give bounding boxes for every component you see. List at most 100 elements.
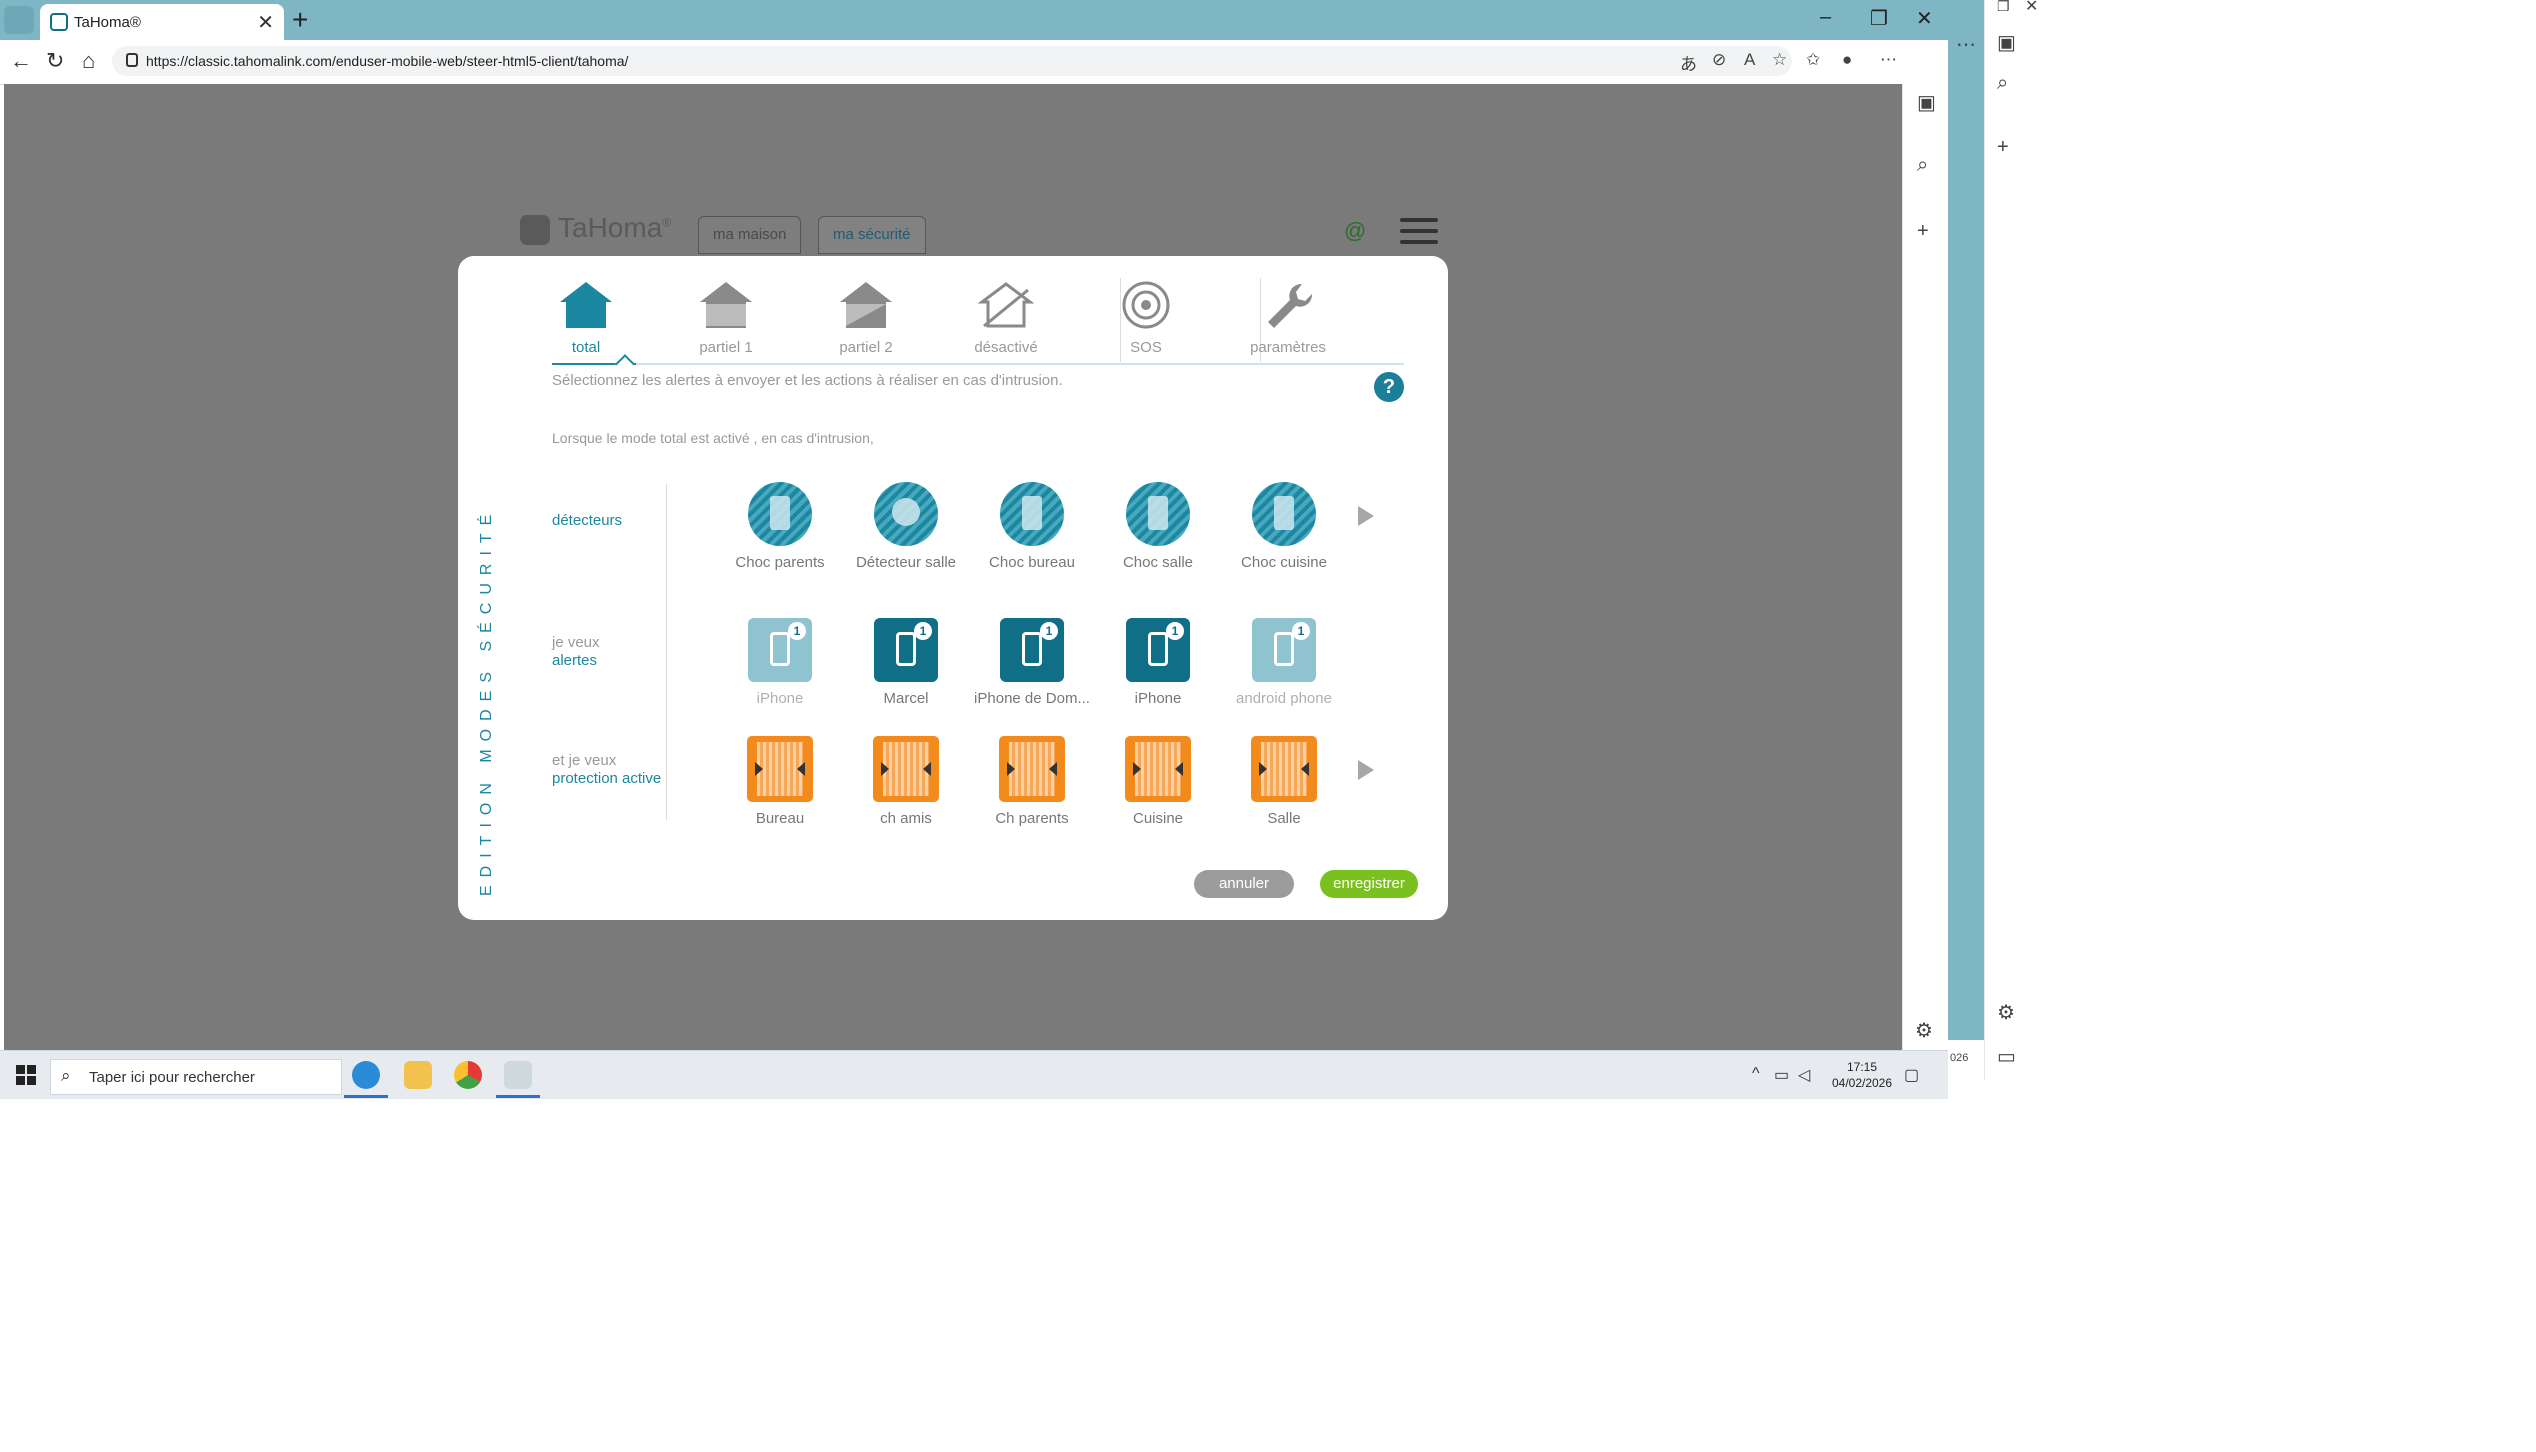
minimize-button[interactable]: – xyxy=(1820,6,1831,29)
add-icon-secondary[interactable]: + xyxy=(1997,136,2009,159)
shock-sensor-icon xyxy=(1126,482,1190,546)
alert-item[interactable]: 1 iPhone xyxy=(710,618,850,707)
tab-title: TaHoma® xyxy=(74,14,141,31)
protection-next-arrow-icon[interactable] xyxy=(1358,760,1374,780)
restore-button[interactable]: ❐ xyxy=(1870,6,1888,31)
refresh-icon[interactable]: ↻ xyxy=(46,48,64,74)
tab-list-button[interactable] xyxy=(4,6,34,34)
target-sos-icon xyxy=(1122,281,1170,329)
new-tab-button[interactable]: + xyxy=(292,4,308,36)
profile-icon[interactable]: ● xyxy=(1842,50,1852,70)
sidebar-search-icon[interactable]: ⌕ xyxy=(1917,154,1928,177)
alert-item[interactable]: 1 iPhone de Dom... xyxy=(962,618,1102,707)
back-icon[interactable]: ← xyxy=(10,48,32,74)
protection-item[interactable]: Ch parents xyxy=(962,736,1102,827)
windows-start-icon[interactable] xyxy=(16,1065,36,1085)
browser-tab[interactable]: TaHoma® ✕ xyxy=(40,4,284,40)
house-partial-1-icon xyxy=(700,282,752,328)
favorites-icon[interactable]: ✩ xyxy=(1806,50,1820,70)
window-close-button[interactable]: ✕ xyxy=(1916,6,1933,31)
tab-desactive[interactable]: désactivé xyxy=(946,280,1066,356)
menu-icon[interactable] xyxy=(1400,218,1438,244)
roller-shutter-icon xyxy=(747,736,813,802)
shock-sensor-icon xyxy=(748,482,812,546)
more-icon[interactable]: ⋯ xyxy=(1880,50,1897,70)
read-aloud-icon[interactable]: A xyxy=(1744,50,1755,70)
detector-item[interactable]: Choc cuisine xyxy=(1214,482,1354,571)
roller-shutter-icon xyxy=(999,736,1065,802)
cancel-button[interactable]: annuler xyxy=(1194,870,1294,898)
paint-app-icon[interactable] xyxy=(504,1061,532,1089)
save-button[interactable]: enregistrer xyxy=(1320,870,1418,898)
protection-name: Salle xyxy=(1267,810,1301,827)
sub-instruction-text: Lorsque le mode total est activé , en ca… xyxy=(552,430,874,446)
detectors-label: détecteurs xyxy=(552,512,623,529)
nav-ma-maison[interactable]: ma maison xyxy=(698,216,802,254)
alert-name: iPhone de Dom... xyxy=(974,690,1090,707)
home-icon[interactable]: ⌂ xyxy=(82,48,95,74)
brand-name: TaHoma xyxy=(558,212,663,243)
search-icon-secondary[interactable]: ⌕ xyxy=(1997,72,2008,95)
phone-badge: 1 xyxy=(914,622,932,640)
search-icon: ⌕ xyxy=(61,1066,71,1085)
favorite-star-icon[interactable]: ☆ xyxy=(1772,50,1787,70)
protection-name: Bureau xyxy=(755,810,805,827)
phone-icon: 1 xyxy=(1252,618,1316,682)
file-explorer-icon[interactable] xyxy=(404,1061,432,1089)
address-bar[interactable]: https://classic.tahomalink.com/enduser-m… xyxy=(112,46,1792,76)
windows-taskbar: ⌕ Taper ici pour rechercher ^ ▭ ◁ 17:15 … xyxy=(0,1050,1948,1099)
edge-app-icon[interactable] xyxy=(352,1061,380,1089)
shock-sensor-icon xyxy=(1000,482,1064,546)
protection-item[interactable]: ch amis xyxy=(836,736,976,827)
tab-partiel-2[interactable]: partiel 2 xyxy=(806,280,926,356)
tracking-icon[interactable]: ⊘ xyxy=(1712,50,1726,70)
translate-icon[interactable]: あ xyxy=(1680,50,1697,75)
protection-item[interactable]: Cuisine xyxy=(1088,736,1228,827)
protection-name: Cuisine xyxy=(1132,810,1184,827)
sidebar-settings-icon[interactable]: ⚙ xyxy=(1915,1018,1933,1043)
split-icon-secondary[interactable]: ▣ xyxy=(1997,30,2016,55)
alerts-label-line2: alertes xyxy=(552,652,598,669)
detector-item[interactable]: Choc parents xyxy=(710,482,850,571)
detectors-next-arrow-icon[interactable] xyxy=(1358,506,1374,526)
sidebar-add-icon[interactable]: + xyxy=(1917,220,1929,243)
tab-parametres[interactable]: paramètres xyxy=(1228,280,1348,356)
detector-item[interactable]: Détecteur salle xyxy=(836,482,976,571)
help-icon[interactable]: ? xyxy=(1374,372,1404,402)
tab-total[interactable]: total xyxy=(526,280,646,356)
network-icon[interactable]: ▭ xyxy=(1774,1065,1789,1085)
taskbar-clock[interactable]: 17:15 04/02/2026 xyxy=(1830,1059,1894,1091)
open-app-indicator xyxy=(496,1095,540,1098)
alert-name: iPhone xyxy=(756,690,804,707)
volume-icon[interactable]: ◁ xyxy=(1798,1065,1810,1085)
alert-item[interactable]: 1 android phone xyxy=(1214,618,1354,707)
nav-ma-securite[interactable]: ma sécurité xyxy=(818,216,926,254)
settings-icon-secondary[interactable]: ⚙ xyxy=(1997,1000,2015,1025)
detector-item[interactable]: Choc bureau xyxy=(962,482,1102,571)
more-icon-strip[interactable]: ⋯ xyxy=(1956,32,1976,57)
notifications-icon[interactable]: ▢ xyxy=(1904,1065,1919,1085)
clock-date: 04/02/2026 xyxy=(1831,1076,1893,1090)
tahoma-logo: TaHoma® xyxy=(520,212,671,245)
tab-partiel-2-label: partiel 2 xyxy=(839,339,893,356)
tabs-underline xyxy=(552,363,1404,365)
tab-close-icon[interactable]: ✕ xyxy=(257,10,274,35)
protection-item[interactable]: Bureau xyxy=(710,736,850,827)
phone-badge: 1 xyxy=(1292,622,1310,640)
alerts-label-line1: je veux xyxy=(552,634,600,651)
user-account-icon[interactable]: @ xyxy=(1344,218,1366,244)
alert-item[interactable]: 1 iPhone xyxy=(1088,618,1228,707)
sidebar-split-icon[interactable]: ▣ xyxy=(1917,90,1936,115)
alert-item[interactable]: 1 Marcel xyxy=(836,618,976,707)
tab-partiel-1[interactable]: partiel 1 xyxy=(666,280,786,356)
chrome-app-icon[interactable] xyxy=(454,1061,482,1089)
detector-item[interactable]: Choc salle xyxy=(1088,482,1228,571)
restore-icon-secondary[interactable]: ❐ xyxy=(1997,0,2010,15)
motion-sensor-icon xyxy=(874,482,938,546)
tray-chevron-icon[interactable]: ^ xyxy=(1752,1065,1760,1083)
close-icon-secondary[interactable]: ✕ xyxy=(2025,0,2038,16)
protection-item[interactable]: Salle xyxy=(1214,736,1354,827)
taskbar-search-box[interactable]: ⌕ Taper ici pour rechercher xyxy=(50,1059,342,1095)
feedback-icon[interactable]: ▭ xyxy=(1997,1044,2016,1069)
tab-sos[interactable]: SOS xyxy=(1086,280,1206,356)
